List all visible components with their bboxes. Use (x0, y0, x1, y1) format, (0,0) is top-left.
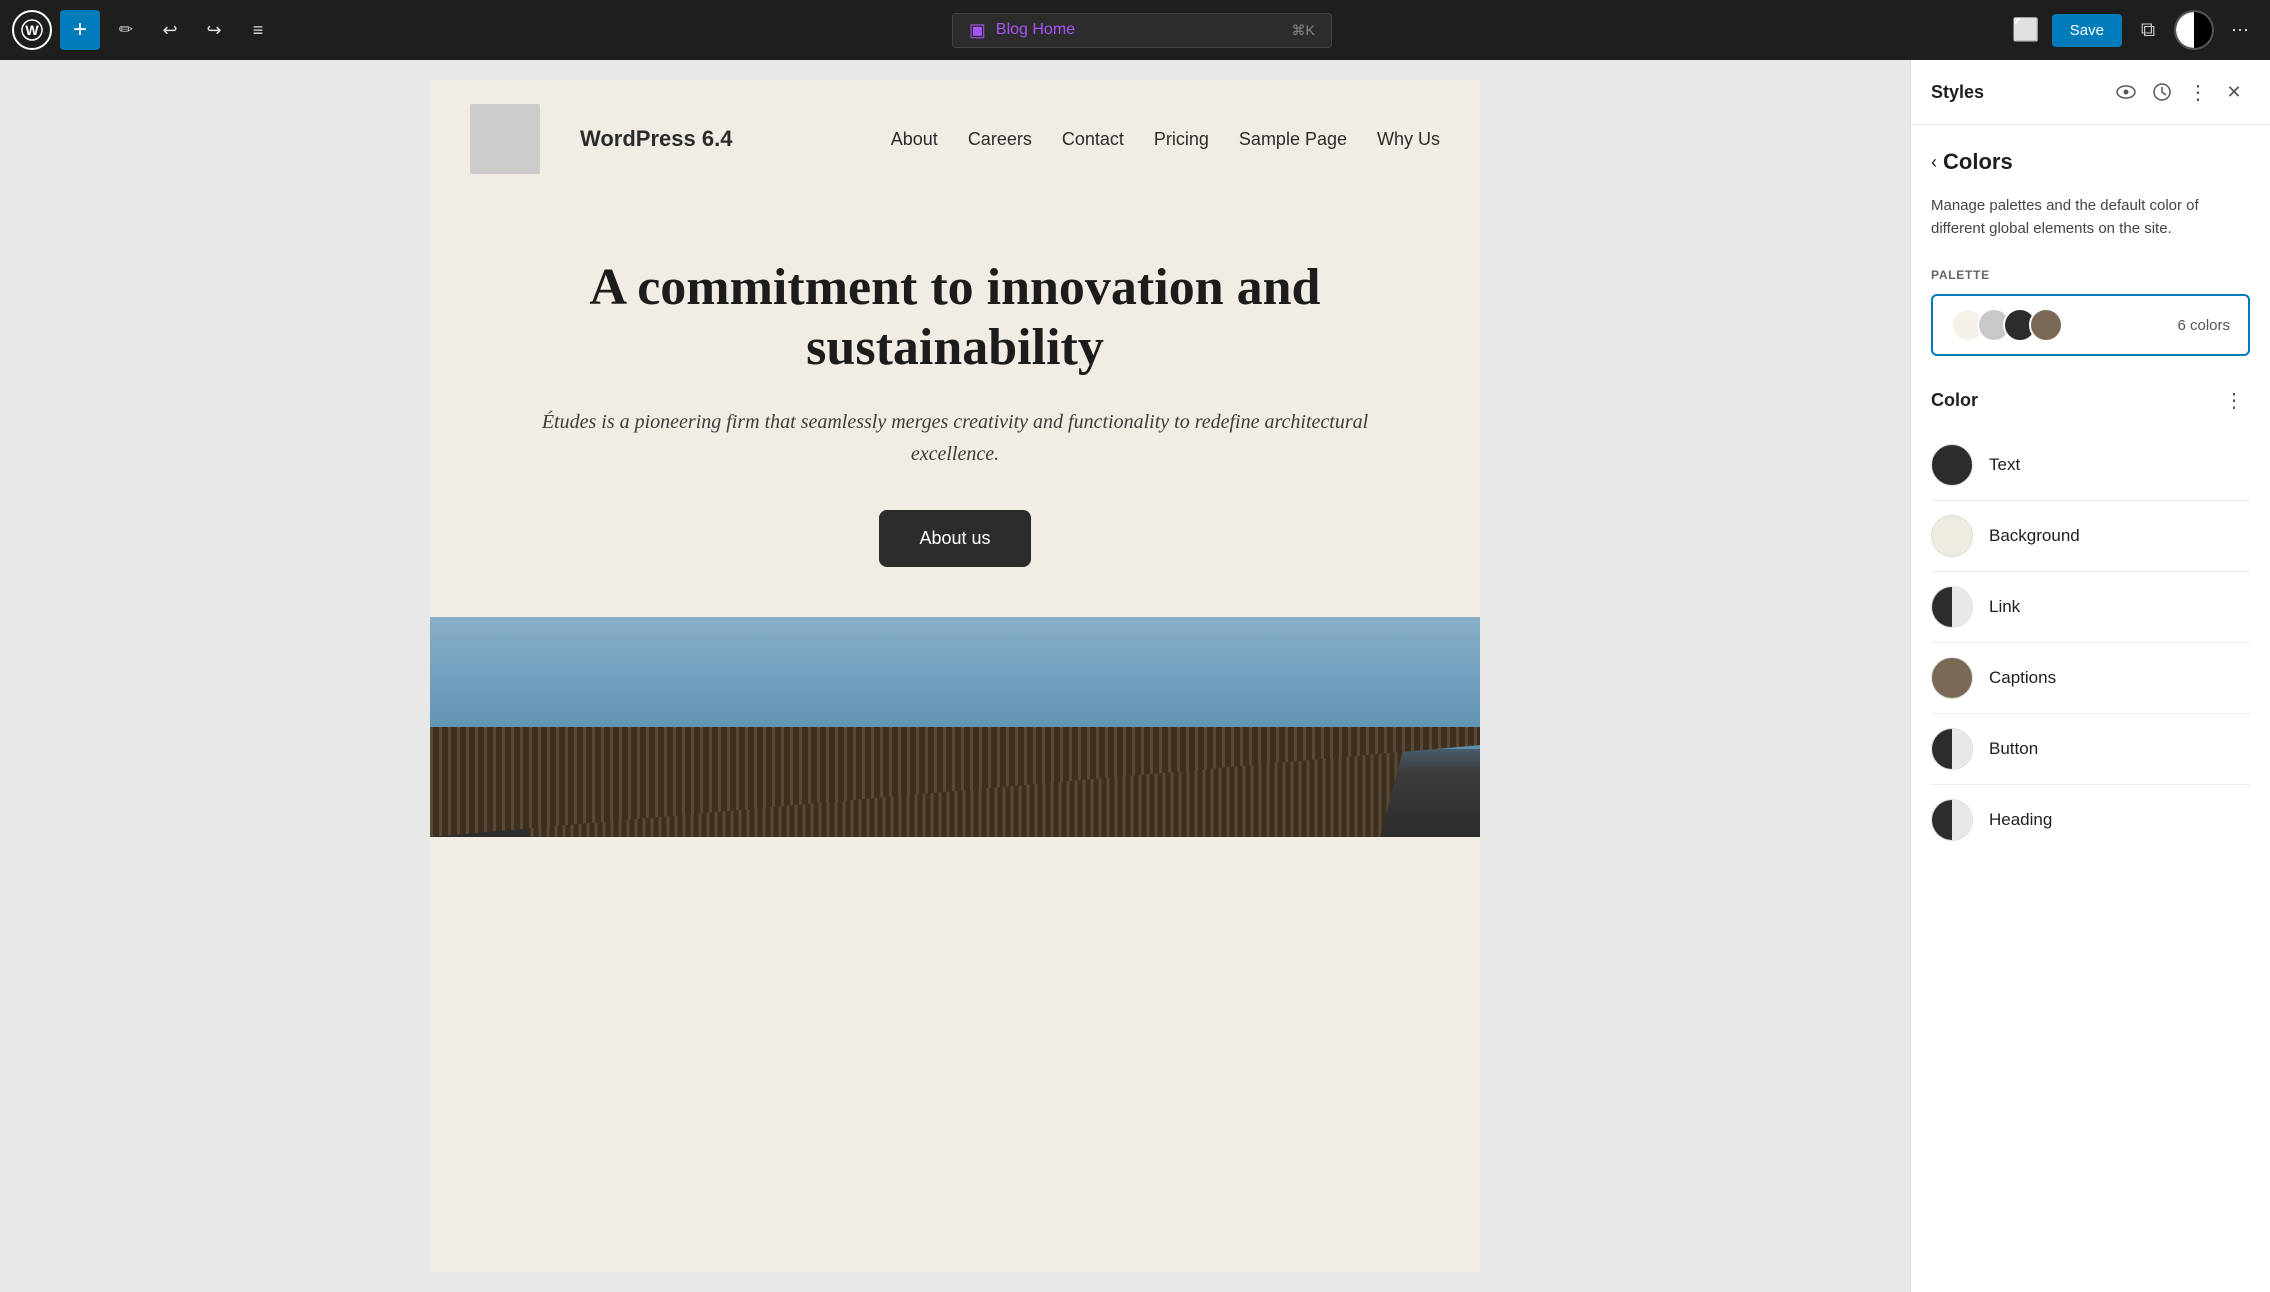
site-nav: About Careers Contact Pricing Sample Pag… (891, 129, 1440, 150)
palette-swatch-row[interactable]: 6 colors (1931, 294, 2250, 356)
styles-history-button[interactable] (2146, 76, 2178, 108)
canvas-area[interactable]: WordPress 6.4 About Careers Contact Pric… (0, 60, 1910, 1292)
toolbar: W + ✏ ↩ ↪ ≡ ▣ Blog Home ⌘K ⬜ Save ⧉ ⋯ (0, 0, 2270, 60)
architecture-image (430, 617, 1480, 837)
desktop-view-button[interactable]: ⬜ (2008, 12, 2044, 48)
canvas-content: WordPress 6.4 About Careers Contact Pric… (430, 80, 1480, 1272)
add-block-button[interactable]: + (60, 10, 100, 50)
redo-button[interactable]: ↪ (196, 12, 232, 48)
styles-panel: Styles ⋮ ✕ (1910, 60, 2270, 1292)
color-item-background[interactable]: Background (1931, 501, 2250, 572)
background-color-label: Background (1989, 526, 2080, 546)
url-icon: ▣ (969, 20, 986, 41)
nav-sample[interactable]: Sample Page (1239, 129, 1347, 150)
text-color-label: Text (1989, 455, 2020, 475)
color-section-header: Color ⋮ (1931, 384, 2250, 416)
panel-header-icons: ⋮ ✕ (2110, 76, 2250, 108)
button-color-swatch (1931, 728, 1973, 770)
heading-color-swatch (1931, 799, 1973, 841)
color-item-text[interactable]: Text (1931, 430, 2250, 501)
list-view-button[interactable]: ≡ (240, 12, 276, 48)
site-logo (470, 104, 540, 174)
text-color-swatch (1931, 444, 1973, 486)
save-button[interactable]: Save (2052, 14, 2122, 47)
link-color-label: Link (1989, 597, 2020, 617)
color-item-captions[interactable]: Captions (1931, 643, 2250, 714)
pen-tool-button[interactable]: ✏ (108, 12, 144, 48)
hero-section: A commitment to innovation and sustainab… (430, 198, 1480, 617)
colors-back-button[interactable]: ‹ Colors (1931, 149, 2013, 175)
hero-title: A commitment to innovation and sustainab… (510, 258, 1400, 378)
panel-more-button[interactable]: ⋮ (2182, 76, 2214, 108)
captions-color-swatch (1931, 657, 1973, 699)
palette-count: 6 colors (2177, 317, 2230, 334)
palette-circles (1951, 308, 2063, 342)
button-color-label: Button (1989, 739, 2038, 759)
back-chevron-icon: ‹ (1931, 152, 1937, 173)
panel-title: Styles (1931, 82, 1984, 103)
heading-color-label: Heading (1989, 810, 2052, 830)
view-switcher-button[interactable]: ⧉ (2130, 12, 2166, 48)
colors-panel: ‹ Colors Manage palettes and the default… (1911, 125, 2270, 879)
color-item-link[interactable]: Link (1931, 572, 2250, 643)
palette-label: PALETTE (1931, 268, 2250, 282)
keyboard-shortcut: ⌘K (1292, 22, 1315, 39)
nav-about[interactable]: About (891, 129, 938, 150)
panel-close-button[interactable]: ✕ (2218, 76, 2250, 108)
nav-pricing[interactable]: Pricing (1154, 129, 1209, 150)
panel-header-left: Styles (1931, 82, 1984, 103)
toolbar-center: ▣ Blog Home ⌘K (284, 13, 2000, 48)
styles-view-button[interactable] (2110, 76, 2142, 108)
hero-cta-button[interactable]: About us (879, 510, 1030, 567)
main-layout: WordPress 6.4 About Careers Contact Pric… (0, 60, 2270, 1292)
colors-panel-title: Colors (1943, 149, 2013, 175)
background-color-swatch (1931, 515, 1973, 557)
nav-whyus[interactable]: Why Us (1377, 129, 1440, 150)
svg-text:W: W (25, 22, 39, 38)
color-section-title: Color (1931, 390, 1978, 411)
undo-button[interactable]: ↩ (152, 12, 188, 48)
hero-subtitle: Études is a pioneering firm that seamles… (510, 406, 1400, 470)
wp-logo[interactable]: W (12, 10, 52, 50)
color-section-menu-button[interactable]: ⋮ (2218, 384, 2250, 416)
more-options-button[interactable]: ⋯ (2222, 12, 2258, 48)
page-title-label: Blog Home (996, 21, 1075, 39)
site-header: WordPress 6.4 About Careers Contact Pric… (430, 80, 1480, 198)
nav-careers[interactable]: Careers (968, 129, 1032, 150)
captions-color-label: Captions (1989, 668, 2056, 688)
toolbar-right: ⬜ Save ⧉ ⋯ (2008, 10, 2258, 50)
url-bar[interactable]: ▣ Blog Home ⌘K (952, 13, 1332, 48)
styles-toggle-button[interactable] (2174, 10, 2214, 50)
palette-circle-4 (2029, 308, 2063, 342)
color-item-button[interactable]: Button (1931, 714, 2250, 785)
color-item-heading[interactable]: Heading (1931, 785, 2250, 855)
colors-description: Manage palettes and the default color of… (1931, 195, 2250, 240)
link-color-swatch (1931, 586, 1973, 628)
nav-contact[interactable]: Contact (1062, 129, 1124, 150)
panel-header: Styles ⋮ ✕ (1911, 60, 2270, 125)
site-name: WordPress 6.4 (580, 126, 732, 152)
